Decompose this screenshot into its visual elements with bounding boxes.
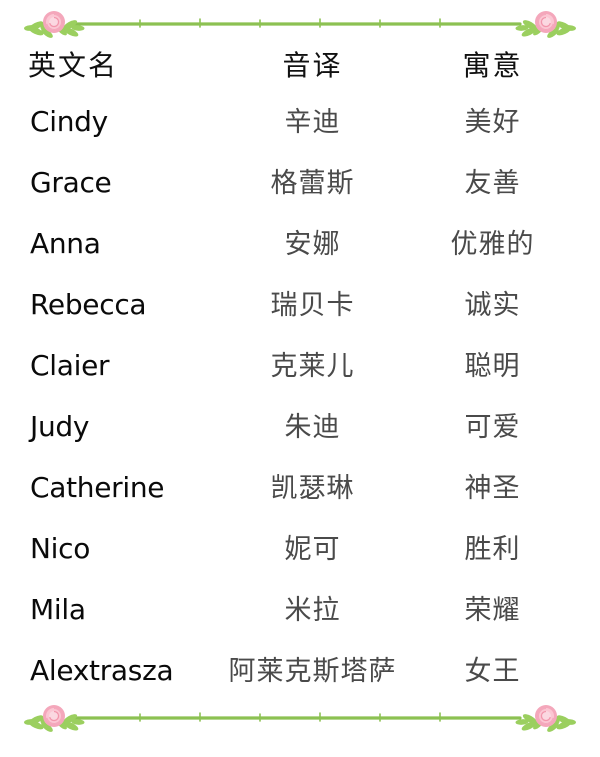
cell-english-name: Claier: [30, 349, 110, 382]
rose-ornament-right: [515, 11, 576, 38]
cell-transliteration: 妮可: [284, 534, 341, 564]
cell-meaning: 神圣: [464, 473, 521, 503]
cell-meaning: 可爱: [464, 412, 521, 442]
column-header-meaning: 寓意: [462, 51, 523, 82]
table-row: Catherine 凯瑟琳 神圣: [0, 466, 600, 527]
leaf-icon: [515, 712, 576, 732]
cell-english-name: Rebecca: [30, 288, 147, 321]
cell-transliteration: 安娜: [284, 229, 341, 259]
cell-meaning: 胜利: [464, 534, 521, 564]
table-row: Claier 克莱儿 聪明: [0, 344, 600, 405]
cell-meaning: 美好: [464, 107, 521, 137]
name-table-page: 英文名 音译 寓意 Cindy 辛迪 美好 Grace 格蕾斯 友善 Anna …: [0, 0, 600, 757]
vine-stem-icon: [68, 18, 522, 28]
rose-ornament-left: [24, 11, 85, 38]
cell-english-name: Grace: [30, 166, 112, 199]
table-row: Rebecca 瑞贝卡 诚实: [0, 283, 600, 344]
cell-english-name: Judy: [30, 410, 90, 443]
cell-english-name: Catherine: [30, 471, 165, 504]
rose-icon: [535, 11, 557, 33]
cell-english-name: Alextrasza: [30, 654, 174, 687]
table-row: Judy 朱迪 可爱: [0, 405, 600, 466]
table-row: Mila 米拉 荣耀: [0, 588, 600, 649]
table-row: Grace 格蕾斯 友善: [0, 161, 600, 222]
cell-transliteration: 朱迪: [284, 412, 341, 442]
cell-meaning: 女王: [464, 656, 521, 686]
table-row: Nico 妮可 胜利: [0, 527, 600, 588]
cell-transliteration: 格蕾斯: [270, 168, 355, 198]
cell-meaning: 优雅的: [450, 229, 535, 259]
leaf-icon: [24, 712, 85, 732]
cell-meaning: 诚实: [464, 290, 521, 320]
column-header-english-name: 英文名: [28, 51, 119, 82]
cell-transliteration: 阿莱克斯塔萨: [228, 656, 397, 686]
vine-stem-icon: [68, 712, 522, 722]
rose-icon: [43, 11, 65, 33]
cell-transliteration: 凯瑟琳: [270, 473, 355, 503]
cell-transliteration: 克莱儿: [270, 351, 355, 381]
cell-meaning: 荣耀: [464, 595, 521, 625]
leaf-icon: [24, 18, 85, 38]
names-table: 英文名 音译 寓意 Cindy 辛迪 美好 Grace 格蕾斯 友善 Anna …: [0, 44, 600, 710]
cell-meaning: 聪明: [464, 351, 521, 381]
cell-transliteration: 米拉: [284, 595, 341, 625]
cell-transliteration: 辛迪: [284, 107, 341, 137]
cell-transliteration: 瑞贝卡: [270, 290, 355, 320]
cell-english-name: Cindy: [30, 105, 108, 138]
leaf-icon: [515, 18, 576, 38]
table-row: Cindy 辛迪 美好: [0, 100, 600, 161]
table-header-row: 英文名 音译 寓意: [0, 44, 600, 100]
table-row: Alextrasza 阿莱克斯塔萨 女王: [0, 649, 600, 710]
table-row: Anna 安娜 优雅的: [0, 222, 600, 283]
cell-english-name: Nico: [30, 532, 91, 565]
column-header-transliteration: 音译: [282, 51, 343, 82]
cell-meaning: 友善: [464, 168, 521, 198]
cell-english-name: Anna: [30, 227, 101, 260]
cell-english-name: Mila: [30, 593, 86, 626]
rose-vine-divider-top: [0, 2, 600, 46]
